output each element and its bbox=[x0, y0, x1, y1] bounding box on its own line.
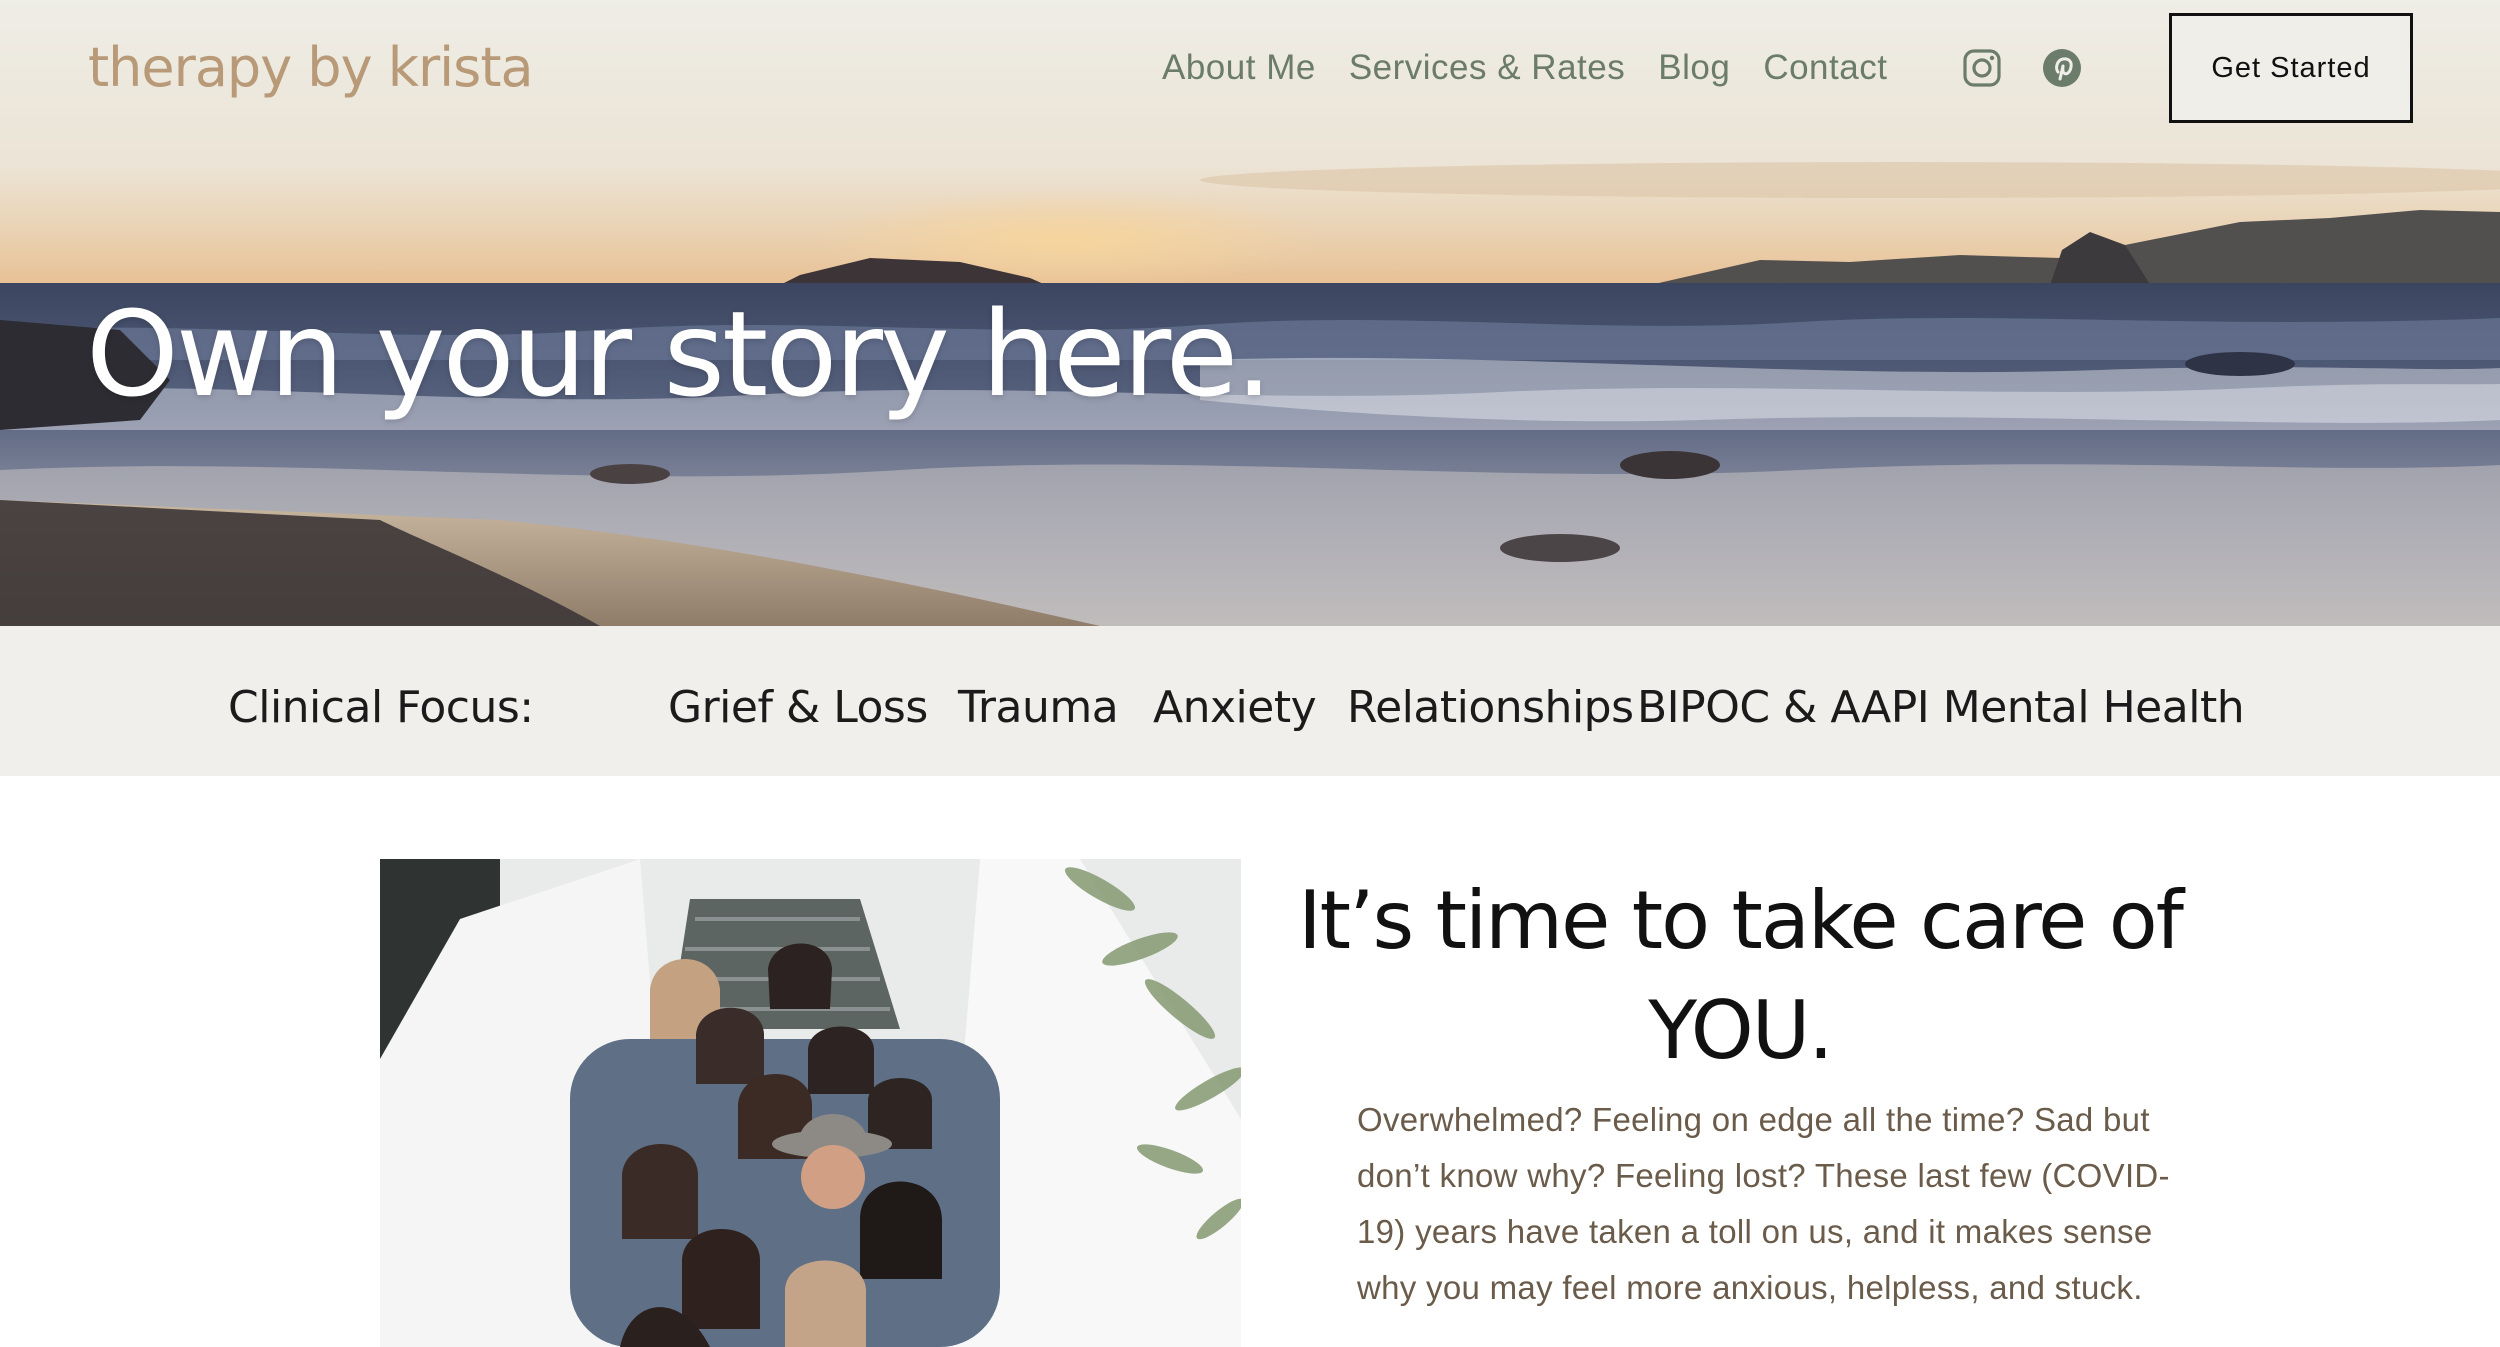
site-logo[interactable]: therapy by krista bbox=[88, 36, 534, 99]
hero-title: Own your story here. bbox=[86, 285, 1273, 423]
focus-item-anxiety: Anxiety bbox=[1153, 682, 1317, 733]
intro-paragraph: Overwhelmed? Feeling on edge all the tim… bbox=[1357, 1101, 2170, 1306]
clinical-focus-strip: Clinical Focus: Grief & Loss Trauma Anxi… bbox=[0, 626, 2500, 776]
clinical-focus-label: Clinical Focus: bbox=[228, 682, 534, 733]
focus-item-relationships: Relationships bbox=[1347, 682, 1634, 733]
focus-item-trauma: Trauma bbox=[958, 682, 1119, 733]
get-started-button[interactable]: Get Started bbox=[2169, 13, 2413, 123]
social-links bbox=[1962, 48, 2082, 88]
nav-about-me[interactable]: About Me bbox=[1162, 48, 1316, 88]
main-nav: About Me Services & Rates Blog Contact bbox=[1162, 48, 1887, 88]
hero-banner: therapy by krista About Me Services & Ra… bbox=[0, 0, 2500, 626]
group-photo bbox=[380, 859, 1241, 1347]
intro-heading-line-2: YOU. bbox=[1648, 984, 1833, 1077]
focus-item-grief-loss: Grief & Loss bbox=[668, 682, 928, 733]
intro-heading-line-1: It’s time to take care of bbox=[1298, 874, 2184, 967]
nav-contact[interactable]: Contact bbox=[1763, 48, 1887, 88]
pinterest-icon[interactable] bbox=[2042, 48, 2082, 88]
focus-item-bipoc-aapi: BIPOC & AAPI Mental Health bbox=[1637, 682, 2245, 733]
nav-services-rates[interactable]: Services & Rates bbox=[1349, 48, 1625, 88]
nav-blog[interactable]: Blog bbox=[1658, 48, 1730, 88]
instagram-icon[interactable] bbox=[1962, 48, 2002, 88]
intro-heading: It’s time to take care of YOU. bbox=[1290, 866, 2190, 1086]
